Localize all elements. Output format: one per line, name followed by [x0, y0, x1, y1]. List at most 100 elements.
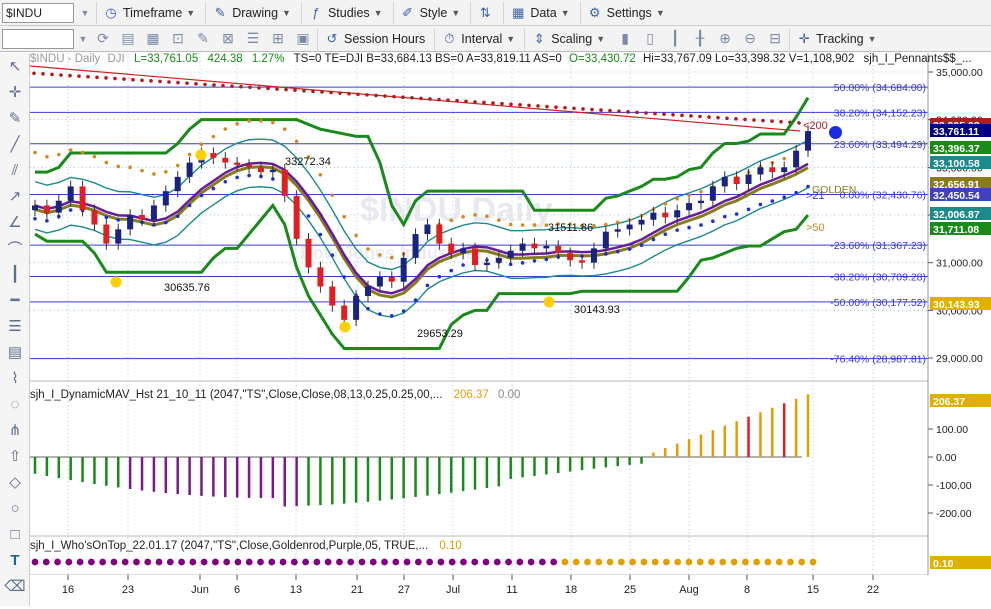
whos-on-top-dot: [223, 558, 231, 566]
data-menu[interactable]: ▦ Data ▼: [503, 1, 575, 24]
ray-icon[interactable]: ↗: [0, 183, 30, 209]
table-icon[interactable]: ▤: [117, 28, 139, 50]
gold-dot: [520, 223, 525, 227]
ma200-dot: [527, 103, 531, 108]
session-hours-menu[interactable]: ↺ Session Hours: [317, 27, 431, 50]
zoom-in-icon[interactable]: ⊕: [714, 28, 736, 50]
whos-on-top-dot: [527, 558, 535, 566]
whos-on-top-dot: [200, 558, 208, 566]
settings-menu[interactable]: ⚙ Settings ▼: [579, 1, 671, 24]
crosshair-tool-icon[interactable]: ✛: [0, 79, 30, 105]
bar-chart-icon[interactable]: ▯: [639, 28, 661, 50]
arrow-icon[interactable]: ⇧: [0, 443, 30, 469]
range-volume: Hi=33,767.09 Lo=33,398.32 V=1,108,902: [643, 53, 855, 65]
ma200-dot: [131, 77, 135, 82]
blue-dot: [389, 313, 394, 318]
whos-on-top-dot: [550, 558, 558, 566]
pen-tool-icon[interactable]: ✎: [0, 105, 30, 131]
chart-marker-icon[interactable]: [829, 126, 842, 139]
time-label: 6: [234, 584, 240, 596]
ma200-dot: [293, 88, 297, 93]
gold-dot: [354, 233, 358, 238]
ohlc-icon[interactable]: ┃: [664, 28, 686, 50]
grid-icon: ▦: [512, 4, 525, 20]
gann-icon[interactable]: ▤: [0, 339, 30, 365]
ma200-dot: [437, 97, 441, 102]
symbol-dropdown-icon[interactable]: ▼: [78, 2, 92, 24]
rectangle-icon[interactable]: □: [0, 521, 30, 547]
blue-dot: [223, 179, 228, 184]
symbol-input[interactable]: $INDU: [2, 2, 74, 23]
candle-body: [793, 150, 800, 168]
ellipse-icon[interactable]: ○: [0, 495, 30, 521]
zoom-out-icon[interactable]: ⊖: [739, 28, 761, 50]
lock-icon[interactable]: ⊡: [167, 28, 189, 50]
cycle-icon[interactable]: ⌇: [0, 365, 30, 391]
gold-dot: [687, 193, 691, 198]
hlc-icon[interactable]: ╂: [689, 28, 711, 50]
ma200-dot: [167, 80, 171, 84]
study1-value2: 0.00: [497, 389, 521, 401]
trendline-icon[interactable]: ╱: [0, 131, 30, 157]
whos-on-top-dot: [674, 558, 682, 566]
price-chart[interactable]: $INDU Daily Dow Jones Industrial Average…: [29, 53, 991, 606]
timeframe-menu[interactable]: ◷ Timeframe ▼: [96, 1, 201, 24]
chevron-down-icon: ▼: [186, 7, 196, 18]
pointer-icon[interactable]: ↖: [0, 53, 30, 79]
list-icon[interactable]: ☰: [242, 28, 264, 50]
draw-tool-icon[interactable]: ✎: [192, 28, 214, 50]
gold-dot: [473, 213, 477, 217]
blue-dot: [687, 225, 691, 230]
ma200-dot: [698, 114, 702, 119]
ma200-dot: [446, 98, 450, 102]
gold-dot: [116, 164, 121, 169]
fit-icon[interactable]: ⊟: [764, 28, 786, 50]
angle-icon[interactable]: ∠: [0, 209, 30, 235]
vertical-line-icon[interactable]: ┃: [0, 261, 30, 287]
spiral-icon[interactable]: ◌: [0, 391, 30, 417]
whos-on-top-dot: [302, 558, 310, 566]
dropdown-icon[interactable]: ▼: [77, 28, 89, 50]
ma200-dot: [392, 94, 396, 99]
fib-label: 50.00% (34,684.00): [834, 82, 926, 94]
channel-icon[interactable]: ⫽: [0, 157, 30, 183]
open-price: O=33,430.72: [568, 53, 636, 65]
shape-icon[interactable]: ◇: [0, 469, 30, 495]
ma200-dot: [572, 106, 576, 111]
grid-small-icon[interactable]: ▦: [142, 28, 164, 50]
interval-menu[interactable]: ⏱ Interval ▼: [434, 27, 521, 50]
blue-dot: [235, 175, 239, 180]
candle-body: [460, 248, 467, 254]
studies-menu[interactable]: ƒ Studies ▼: [300, 1, 389, 24]
ma200-dot: [644, 111, 648, 115]
tracking-button[interactable]: ✛ Tracking ▼: [789, 27, 882, 50]
axis-label: -100.00: [936, 480, 972, 492]
refresh-icon[interactable]: ⟳: [92, 28, 114, 50]
text-tool-icon[interactable]: T: [0, 547, 30, 573]
whos-on-top-dot: [730, 558, 738, 566]
ma200-dot: [248, 85, 252, 90]
new-chart-icon[interactable]: ▣: [292, 28, 314, 50]
drawing-menu[interactable]: ✎ Drawing ▼: [205, 1, 297, 24]
whos-on-top-dot: [719, 558, 727, 566]
horizontal-line-icon[interactable]: ━: [0, 287, 30, 313]
interval-input[interactable]: [2, 28, 74, 49]
ma200-dot: [401, 95, 405, 100]
eraser-icon[interactable]: ⌫: [0, 573, 30, 599]
link-button[interactable]: ⇅: [470, 1, 499, 24]
candle-icon[interactable]: ▮: [614, 28, 636, 50]
candle-body: [317, 267, 324, 287]
swing-marker: [543, 296, 555, 308]
tree-icon[interactable]: ⊞: [267, 28, 289, 50]
blue-dot: [699, 223, 703, 227]
study2-title: sjh_I_Who'sOnTop_22.01.17 (2047,"TS",Clo…: [30, 540, 429, 552]
ruler-icon[interactable]: ⊠: [217, 28, 239, 50]
ma200-dot: [230, 84, 234, 88]
blue-dot: [544, 257, 549, 262]
style-menu[interactable]: ✐ Style ▼: [392, 1, 467, 24]
chart-area[interactable]: $INDU Daily Dow Jones Industrial Average…: [29, 53, 991, 606]
fib-icon[interactable]: ☰: [0, 313, 30, 339]
pitchfork-icon[interactable]: ⋔: [0, 417, 30, 443]
scaling-menu[interactable]: ⇕ Scaling ▼: [524, 27, 611, 50]
arc-icon[interactable]: ⌒: [0, 235, 30, 261]
